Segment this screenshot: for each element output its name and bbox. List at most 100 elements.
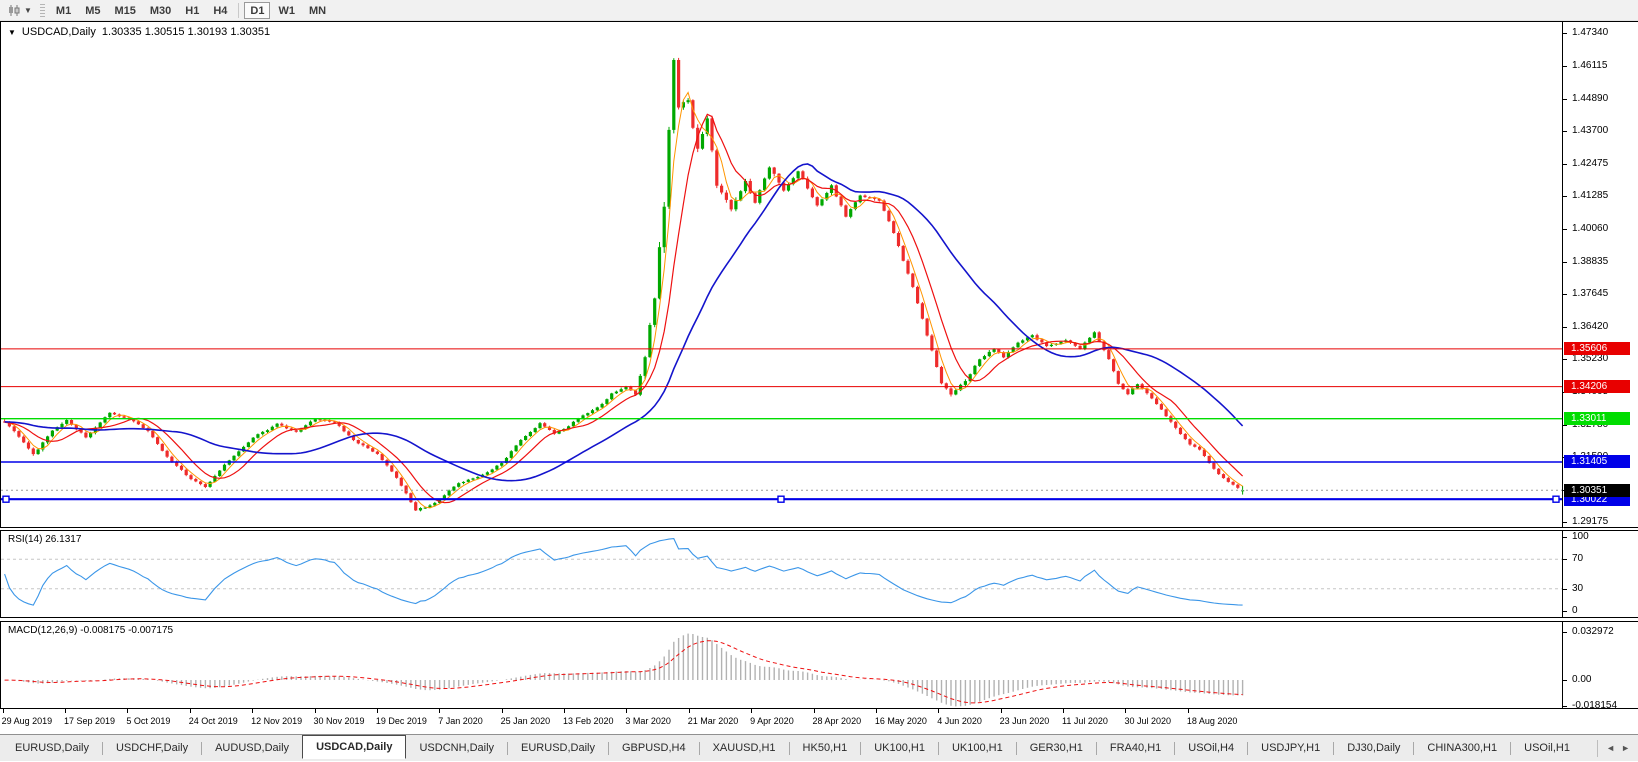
timeframe-button-MN[interactable]: MN: [303, 2, 332, 19]
chart-title-quotes: 1.30335 1.30515 1.30193 1.30351: [101, 26, 271, 38]
chart-tab-gbpusd-h4[interactable]: GBPUSD,H4: [609, 738, 699, 759]
date-tick: [688, 709, 690, 713]
price-tick-label: 30: [1572, 582, 1584, 594]
date-tick-label: 30 Nov 2019: [313, 716, 365, 726]
date-tick-label: 5 Oct 2019: [126, 716, 171, 726]
chart-tab-xauusd-h1[interactable]: XAUUSD,H1: [700, 738, 789, 759]
tab-scroll-right-icon[interactable]: ►: [1621, 743, 1630, 753]
rsi-indicator-chart[interactable]: [1, 531, 1562, 617]
price-tick-label: 1.46115: [1572, 60, 1608, 71]
chart-tab-dj30-daily[interactable]: DJ30,Daily: [1334, 738, 1413, 759]
symbol-dropdown-caret[interactable]: ▼: [8, 28, 16, 37]
axis-tick: [1563, 228, 1567, 230]
chevron-down-icon: ▼: [24, 5, 32, 15]
timeframe-button-M1[interactable]: M1: [50, 2, 77, 19]
chart-tab-hk50-h1[interactable]: HK50,H1: [790, 738, 861, 759]
chart-tab-usdjpy-h1[interactable]: USDJPY,H1: [1248, 738, 1333, 759]
date-tick-label: 28 Apr 2020: [812, 716, 862, 726]
rsi-panel: RSI(14) 26.1317 100 70 30 0: [0, 530, 1638, 618]
price-tick-label: 1.43700: [1572, 125, 1609, 137]
macd-axis: 0.032972 0.00 -0.018154: [1562, 622, 1638, 711]
date-tick: [314, 709, 316, 713]
timeframe-button-H1[interactable]: H1: [179, 2, 205, 19]
chart-tab-usoil-h1[interactable]: USOil,H1: [1511, 738, 1583, 759]
date-tick-label: 7 Jan 2020: [438, 716, 483, 726]
date-tick-label: 19 Dec 2019: [375, 716, 427, 726]
slow-ma-line: [4, 163, 1244, 482]
line-handle[interactable]: [1552, 495, 1560, 503]
date-tick: [439, 709, 441, 713]
axis-tick: [1563, 98, 1567, 100]
chart-tab-eurusd-daily[interactable]: EURUSD,Daily: [508, 738, 608, 759]
date-tick-label: 18 Aug 2020: [1186, 716, 1238, 726]
date-tick: [1000, 709, 1002, 713]
date-tick: [252, 709, 254, 713]
chart-tab-eurusd-daily[interactable]: EURUSD,Daily: [2, 738, 102, 759]
timeframe-button-W1[interactable]: W1: [272, 2, 301, 19]
date-tick-label: 13 Feb 2020: [563, 716, 614, 726]
date-tick: [376, 709, 378, 713]
mt4-chart-window: ▼ M1 M5 M15 M30 H1 H4 D1 W1 MN ▼ USDCAD,Daily 1.…: [0, 0, 1638, 762]
axis-tick: [1563, 521, 1567, 523]
chart-tab-audusd-daily[interactable]: AUDUSD,Daily: [202, 738, 302, 759]
timeframe-button-D1[interactable]: D1: [244, 1, 271, 19]
price-badge-1.33011: 1.33011: [1564, 412, 1630, 426]
date-tick-label: 17 Sep 2019: [63, 716, 116, 726]
timeframe-button-H4[interactable]: H4: [207, 2, 233, 19]
price-tick-label: 0.032972: [1572, 626, 1614, 637]
macd-signal-line: [4, 640, 1243, 704]
price-badge-1.31405: 1.31405: [1564, 455, 1630, 469]
chart-type-button[interactable]: ▼: [3, 2, 36, 19]
tab-scroll-left-icon[interactable]: ◄: [1606, 743, 1615, 753]
line-handle[interactable]: [2, 495, 10, 503]
date-axis[interactable]: 29 Aug 2019 17 Sep 2019 5 Oct 2019 24 Oct 2…: [0, 709, 1638, 734]
chart-tab-usoil-h4[interactable]: USOil,H4: [1175, 738, 1247, 759]
horizontal-line-1.30022[interactable]: [1, 495, 1562, 503]
line-handle[interactable]: [777, 495, 785, 503]
price-tick-label: 100: [1572, 531, 1589, 542]
chart-tab-uk100-h1[interactable]: UK100,H1: [861, 738, 938, 759]
timeframe-button-M5[interactable]: M5: [79, 2, 106, 19]
date-tick-label: 16 May 2020: [874, 716, 927, 726]
date-tick-label: 11 Jul 2020: [1062, 716, 1108, 726]
timeframe-button-M30[interactable]: M30: [144, 2, 177, 19]
axis-tick: [1563, 261, 1567, 263]
chart-tab-ger30-h1[interactable]: GER30,H1: [1017, 738, 1096, 759]
price-tick-label: 1.40060: [1572, 222, 1609, 234]
timeframe-button-M15[interactable]: M15: [108, 2, 141, 19]
macd-label: MACD(12,26,9) -0.008175 -0.007175: [8, 625, 174, 636]
chart-tab-usdchf-daily[interactable]: USDCHF,Daily: [103, 738, 201, 759]
date-tick: [64, 709, 66, 713]
date-tick-label: 24 Oct 2019: [188, 716, 238, 726]
axis-tick: [1563, 680, 1567, 681]
chart-tab-fra40-h1[interactable]: FRA40,H1: [1097, 738, 1174, 759]
axis-tick: [1563, 706, 1567, 708]
date-tick: [813, 709, 815, 713]
price-tick-label: 1.36420: [1572, 320, 1609, 332]
axis-tick: [1563, 66, 1567, 67]
main-price-panel: ▼ USDCAD,Daily 1.30335 1.30515 1.30193 1…: [0, 21, 1638, 528]
chart-tab-china300-h1[interactable]: CHINA300,H1: [1414, 738, 1510, 759]
rsi-label: RSI(14) 26.1317: [8, 534, 82, 545]
price-axis[interactable]: 1.47340 1.46115 1.44890 1.43700 1.42475 1.412…: [1562, 22, 1638, 527]
axis-tick: [1563, 359, 1567, 360]
date-tick-label: 3 Mar 2020: [625, 716, 671, 726]
chart-tab-usdcad-daily[interactable]: USDCAD,Daily: [302, 735, 407, 759]
chart-tab-uk100-h1[interactable]: UK100,H1: [939, 738, 1016, 759]
price-tick-label: 1.44890: [1572, 92, 1609, 104]
date-tick: [501, 709, 503, 713]
chart-tab-usdcnh-daily[interactable]: USDCNH,Daily: [406, 738, 507, 759]
date-tick-label: 4 Jun 2020: [937, 716, 982, 726]
macd-indicator-chart[interactable]: [1, 622, 1562, 708]
candlestick-chart-icon: [9, 4, 20, 16]
main-price-chart[interactable]: [1, 22, 1562, 527]
date-tick: [564, 709, 566, 713]
axis-tick: [1563, 611, 1567, 612]
date-tick: [875, 709, 877, 713]
timeframe-toolbar: ▼ M1 M5 M15 M30 H1 H4 D1 W1 MN: [0, 0, 1638, 21]
axis-tick: [1563, 588, 1567, 590]
price-tick-label: 0.00: [1572, 674, 1592, 685]
date-tick: [1063, 709, 1065, 713]
price-tick-label: 1.47340: [1572, 27, 1609, 39]
toolbar-grip[interactable]: [39, 3, 45, 17]
